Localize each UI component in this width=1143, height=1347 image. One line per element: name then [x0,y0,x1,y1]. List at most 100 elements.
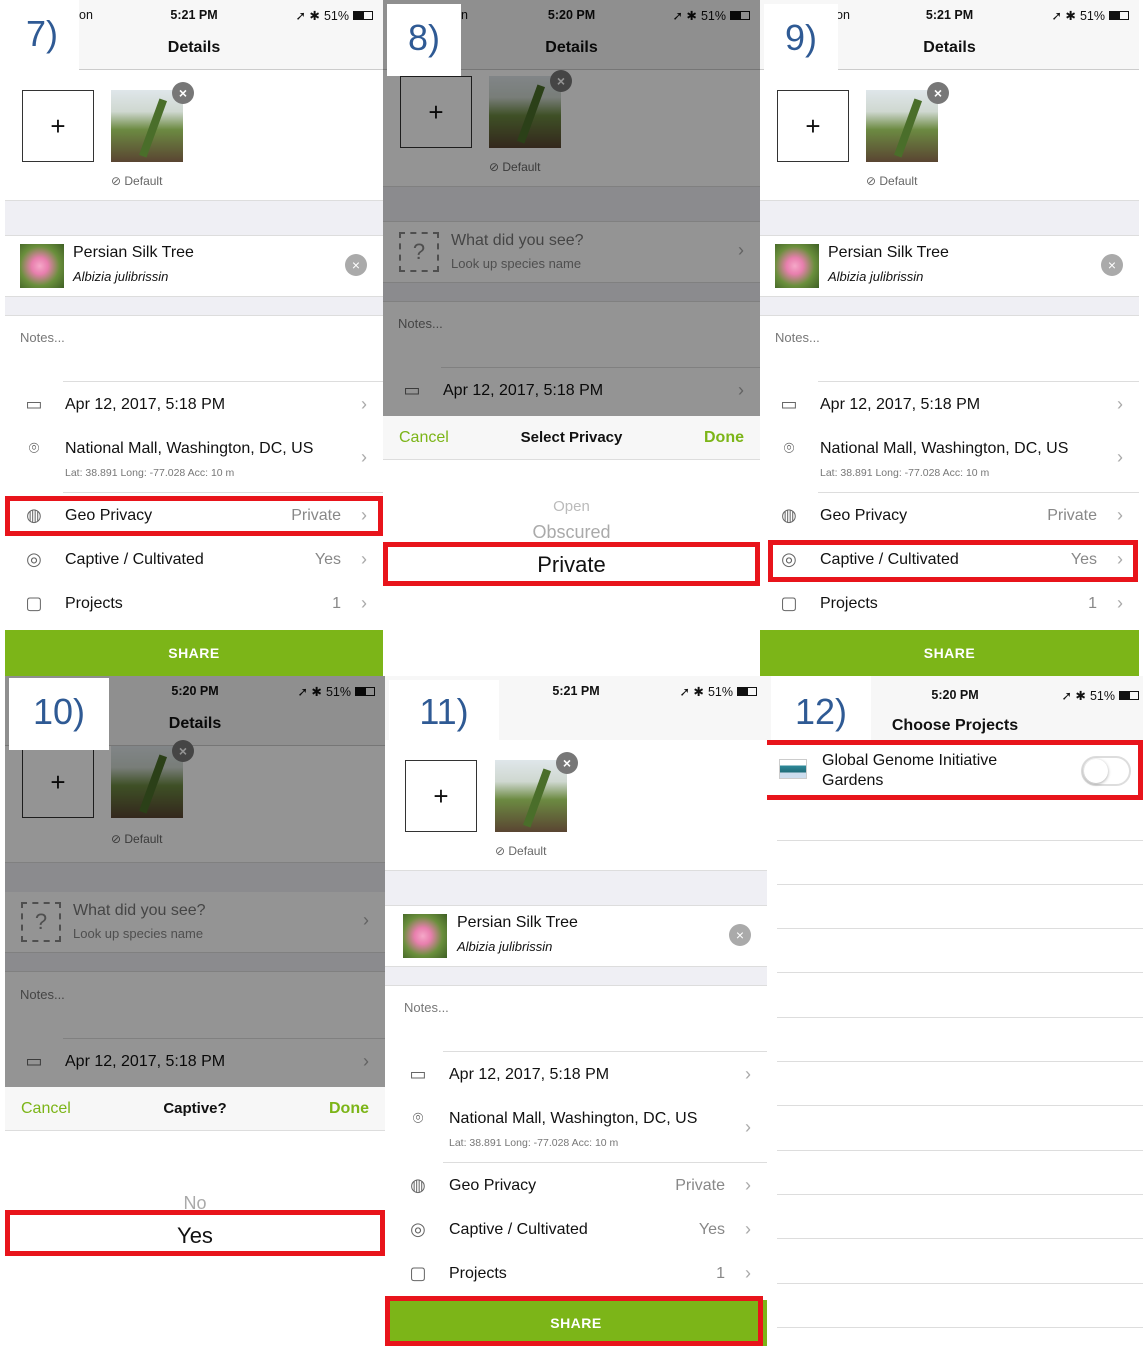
photo-strip: + × ⊘ Default [5,70,383,200]
captive-row[interactable]: ◎ Captive / Cultivated Yes › [5,538,383,582]
location-pin-icon: ⌾ [783,438,795,458]
project-join-toggle[interactable] [1081,756,1131,786]
species-common-name: Persian Silk Tree [828,244,949,261]
species-row[interactable]: Persian Silk Tree Albizia julibrissin × [760,236,1139,296]
add-photo-button[interactable]: + [22,90,94,162]
picker-option-open[interactable]: Open [383,498,760,515]
picker-option-yes[interactable]: Yes [5,1223,385,1249]
notes-field[interactable]: Notes... [775,330,820,345]
remove-photo-icon[interactable]: × [927,82,949,104]
species-scientific-name: Albizia julibrissin [457,939,553,954]
step-label: 12) [771,676,871,742]
photo-thumbnail[interactable] [111,90,183,162]
captive-row[interactable]: ◎ Captive / Cultivated Yes › [760,538,1139,582]
notes-field[interactable]: Notes... [20,330,65,345]
projects-label: Projects [449,1265,507,1282]
calendar-icon: ▭ [409,1064,427,1084]
chevron-right-icon: › [361,549,367,569]
briefcase-icon: ▢ [780,593,798,613]
geo-privacy-value: Private [1047,507,1097,524]
projects-row[interactable]: ▢ Projects 1 › [760,582,1139,626]
battery-percent: 51% [707,684,733,699]
battery-indicator: ➚ ✱ 51% [1052,8,1129,23]
chevron-right-icon: › [745,1263,751,1283]
battery-icon [737,687,757,696]
share-button[interactable]: SHARE [5,630,383,676]
done-button[interactable]: Done [704,429,744,447]
picker-option-no[interactable]: No [5,1193,385,1214]
add-photo-button[interactable]: + [405,760,477,832]
step-label: 11) [389,680,499,744]
date-row[interactable]: ▭ Apr 12, 2017, 5:18 PM › [760,383,1139,427]
calendar-icon: ▭ [780,394,798,414]
photo-thumbnail[interactable] [866,90,938,162]
geo-privacy-row[interactable]: ◍ Geo Privacy Private › [760,494,1139,538]
date-row[interactable]: ▭ Apr 12, 2017, 5:18 PM › [385,1053,767,1097]
location-row[interactable]: ⌾ National Mall, Washington, DC, US Lat: 3… [760,427,1139,491]
done-button[interactable]: Done [329,1100,369,1118]
species-common-name: Persian Silk Tree [457,914,578,931]
picker-toolbar: Cancel Captive? Done [5,1087,385,1131]
chevron-right-icon: › [1117,549,1123,569]
captive-row[interactable]: ◎ Captive / Cultivated Yes › [385,1208,767,1252]
fishbowl-icon: ◎ [26,549,42,569]
species-scientific-name: Albizia julibrissin [73,269,169,284]
chevron-right-icon: › [745,1175,751,1195]
battery-icon [1119,691,1139,700]
section-gap [5,296,383,316]
default-photo-label: ⊘ Default [111,174,163,188]
projects-row[interactable]: ▢ Projects 1 › [5,582,383,626]
project-name: Global Genome Initiative Gardens [822,752,998,789]
projects-row[interactable]: ▢ Projects 1 › [385,1252,767,1296]
panel-step-9: on 5:21 PM ➚ ✱ 51% Details 9) + × ⊘ Defau… [760,0,1139,676]
photo-thumbnail[interactable] [495,760,567,832]
share-button[interactable]: SHARE [760,630,1139,676]
date-label: Apr 12, 2017, 5:18 PM [449,1066,610,1083]
panel-step-11: 5:21 PM ➚ ✱51% Details 11) + × ⊘ Default… [385,676,767,1347]
captive-label: Captive / Cultivated [65,551,204,568]
clear-species-icon[interactable]: × [1101,254,1123,276]
privacy-picker-sheet: Cancel Select Privacy Done Open Obscured… [383,416,760,676]
fishbowl-icon: ◎ [410,1219,426,1239]
section-gap [760,200,1139,236]
geo-privacy-row[interactable]: ◍ Geo Privacy Private › [5,494,383,538]
clear-species-icon[interactable]: × [345,254,367,276]
add-photo-button[interactable]: + [777,90,849,162]
globe-icon: ◍ [410,1175,426,1195]
location-row[interactable]: ⌾ National Mall, Washington, DC, US Lat: 3… [385,1097,767,1161]
picker-option-obscured[interactable]: Obscured [383,522,760,543]
section-gap [385,966,767,986]
battery-indicator: ➚ ✱ 51% [680,684,757,699]
battery-indicator: ➚ ✱ 51% [296,8,373,23]
picker-option-private[interactable]: Private [383,552,760,578]
projects-label: Projects [820,595,878,612]
project-row[interactable]: Global Genome Initiative Gardens [767,742,1143,796]
geo-privacy-value: Private [291,507,341,524]
default-photo-label: ⊘ Default [495,844,547,858]
date-row[interactable]: ▭ Apr 12, 2017, 5:18 PM › [5,383,383,427]
panel-step-12: 5:20 PM ➚ ✱ 51% Choose Projects 12) Globa… [767,676,1143,1347]
species-row[interactable]: Persian Silk Tree Albizia julibrissin × [5,236,383,296]
step-label: 10) [9,678,109,750]
location-bluetooth-icon: ➚ ✱ [1061,689,1086,703]
share-button[interactable]: SHARE [385,1300,767,1346]
species-row[interactable]: Persian Silk Tree Albizia julibrissin × [385,906,767,966]
remove-photo-icon[interactable]: × [172,82,194,104]
location-row[interactable]: ⌾ National Mall, Washington, DC, US Lat: 3… [5,427,383,491]
captive-value: Yes [314,551,341,568]
remove-photo-icon[interactable]: × [556,752,578,774]
clear-species-icon[interactable]: × [729,924,751,946]
panel-step-8: n 5:20 PM ➚ ✱ 51% Details 8) + × ⊘ Defaul… [383,0,760,676]
battery-icon [1109,11,1129,20]
location-pin-icon: ⌾ [412,1108,424,1128]
species-photo [403,914,447,958]
globe-icon: ◍ [26,505,42,525]
notes-field[interactable]: Notes... [404,1000,449,1015]
coords-label: Lat: 38.891 Long: -77.028 Acc: 10 m [65,467,235,479]
coords-label: Lat: 38.891 Long: -77.028 Acc: 10 m [449,1137,619,1149]
geo-privacy-value: Private [675,1177,725,1194]
chevron-right-icon: › [745,1219,751,1239]
geo-privacy-row[interactable]: ◍ Geo Privacy Private › [385,1164,767,1208]
section-gap [760,296,1139,316]
chevron-right-icon: › [1117,447,1123,467]
